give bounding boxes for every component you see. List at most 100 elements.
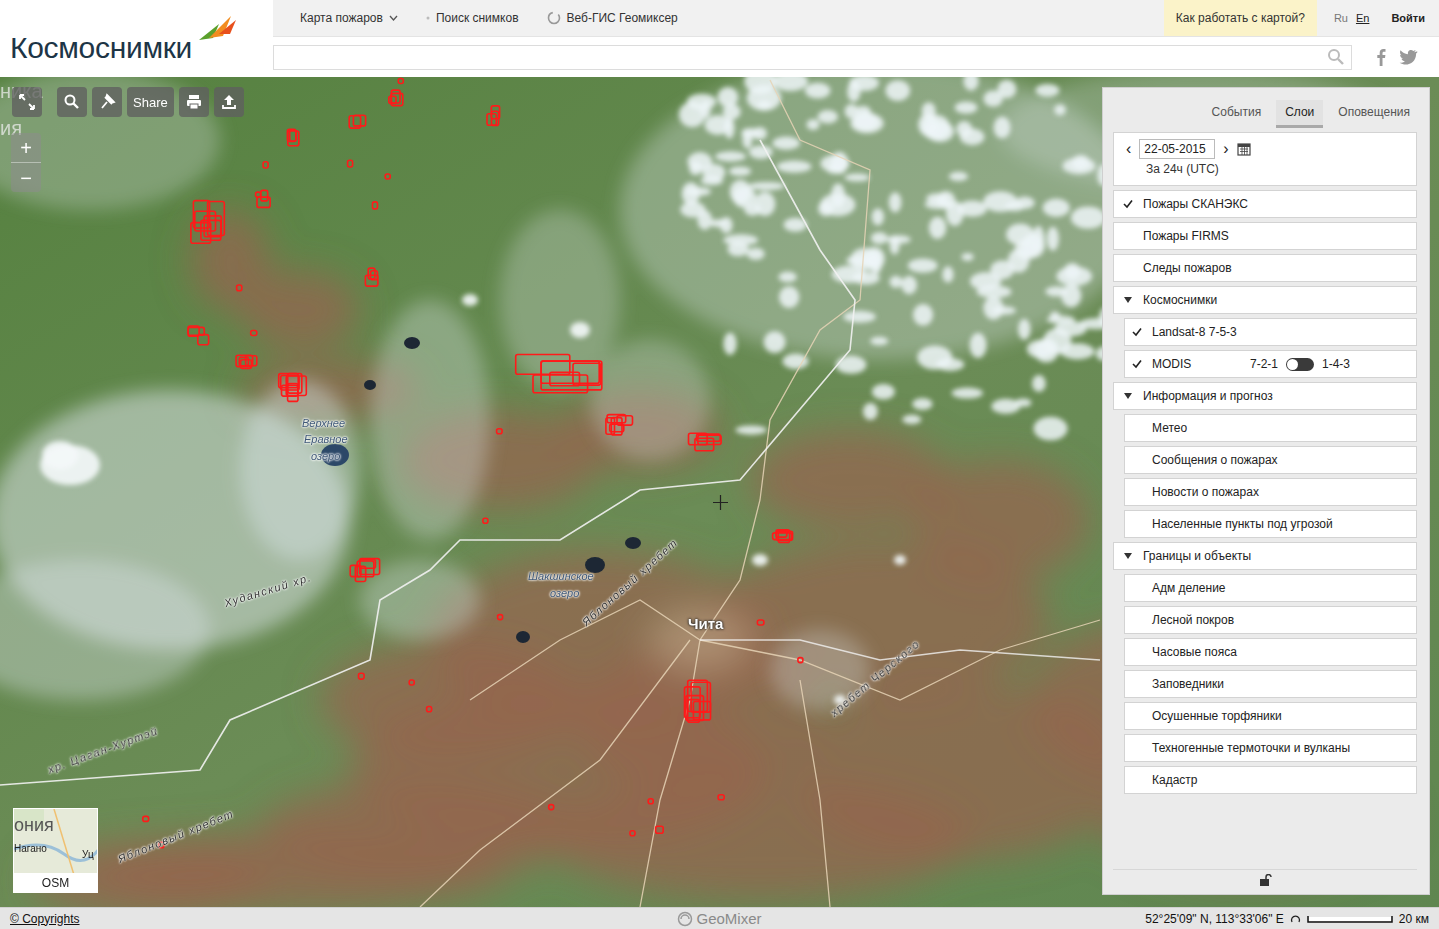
layer-checkbox[interactable] xyxy=(1120,262,1136,274)
toggle-option-right[interactable]: 1-4-3 xyxy=(1322,357,1350,371)
layer-group[interactable]: Информация и прогноз xyxy=(1113,382,1417,410)
fire-outline[interactable] xyxy=(191,201,224,244)
layer-row[interactable]: Новости о пожарах xyxy=(1124,478,1417,506)
panel-tab[interactable]: События xyxy=(1203,100,1271,128)
layer-checkbox[interactable] xyxy=(1129,326,1145,338)
layer-checkbox[interactable] xyxy=(1129,614,1145,626)
zoom-out-button[interactable]: − xyxy=(11,163,41,192)
layer-row[interactable]: Часовые пояса xyxy=(1124,638,1417,666)
fire-outline[interactable] xyxy=(516,355,602,393)
layer-label[interactable]: Информация и прогноз xyxy=(1143,389,1273,403)
fire-outline[interactable] xyxy=(497,429,503,434)
map-area[interactable]: никаияВерхнееЕравноеозероШакшинскоеозеро… xyxy=(0,77,1439,907)
fire-outline[interactable] xyxy=(773,530,793,543)
share-button[interactable]: Share xyxy=(127,87,174,117)
fire-outline[interactable] xyxy=(385,174,390,179)
layer-row[interactable]: Сообщения о пожарах xyxy=(1124,446,1417,474)
panel-tab[interactable]: Оповещения xyxy=(1329,100,1419,128)
layer-row[interactable]: MODIS7-2-11-4-3 xyxy=(1124,350,1417,378)
copyrights-link[interactable]: © Copyrights xyxy=(10,912,80,926)
fire-outline[interactable] xyxy=(685,680,711,722)
logo[interactable]: Космоснимки xyxy=(0,0,273,77)
minimap[interactable]: онияНаганоУцOSM xyxy=(13,808,98,893)
layer-checkbox[interactable] xyxy=(1129,646,1145,658)
fire-outline[interactable] xyxy=(257,190,270,207)
fire-outline[interactable] xyxy=(409,680,414,685)
zoom-in-button[interactable]: + xyxy=(11,133,41,163)
layer-checkbox[interactable] xyxy=(1129,358,1145,370)
layer-checkbox[interactable] xyxy=(1129,710,1145,722)
layer-label[interactable]: Заповедники xyxy=(1152,677,1224,691)
layer-label[interactable]: Осушенные торфяники xyxy=(1152,709,1282,723)
layer-checkbox[interactable] xyxy=(1129,774,1145,786)
layer-row[interactable]: Техногенные термоточки и вулканы xyxy=(1124,734,1417,762)
login-link[interactable]: Войти xyxy=(1391,0,1425,36)
layer-label[interactable]: Границы и объекты xyxy=(1143,549,1251,563)
fire-outline[interactable] xyxy=(143,816,149,821)
layer-checkbox[interactable] xyxy=(1129,678,1145,690)
fire-outline[interactable] xyxy=(365,268,378,286)
fire-outline[interactable] xyxy=(256,192,261,197)
pin[interactable] xyxy=(92,87,122,117)
fire-outline[interactable] xyxy=(350,559,379,582)
upload[interactable] xyxy=(214,87,244,117)
fire-outline[interactable] xyxy=(606,415,633,435)
layer-checkbox[interactable] xyxy=(1129,518,1145,530)
fire-outline[interactable] xyxy=(287,129,298,145)
layer-row[interactable]: Следы пожаров xyxy=(1113,254,1417,282)
layer-label[interactable]: Адм деление xyxy=(1152,581,1226,595)
fire-outline[interactable] xyxy=(398,79,403,84)
search-input[interactable] xyxy=(274,47,1327,68)
layer-checkbox[interactable] xyxy=(1129,582,1145,594)
layer-group[interactable]: Границы и объекты xyxy=(1113,542,1417,570)
toggle-knob[interactable] xyxy=(1287,359,1298,370)
layer-label[interactable]: Новости о пожарах xyxy=(1152,485,1259,499)
layer-group[interactable]: Космоснимки xyxy=(1113,286,1417,314)
nav-item[interactable]: Поиск снимков xyxy=(426,11,519,25)
brand-name[interactable]: GeoMixer xyxy=(696,910,761,927)
language-option[interactable]: En xyxy=(1356,12,1369,24)
layer-checkbox[interactable] xyxy=(1129,486,1145,498)
nav-item[interactable]: Карта пожаров xyxy=(300,11,398,25)
fire-outline[interactable] xyxy=(427,707,432,712)
nav-label[interactable]: Веб-ГИС Геомиксер xyxy=(567,11,678,25)
layer-label[interactable]: Космоснимки xyxy=(1143,293,1217,307)
layer-label[interactable]: Кадастр xyxy=(1152,773,1198,787)
layer-row[interactable]: Лесной покров xyxy=(1124,606,1417,634)
search[interactable] xyxy=(57,87,87,117)
layer-row[interactable]: Заповедники xyxy=(1124,670,1417,698)
layer-checkbox[interactable] xyxy=(1120,230,1136,242)
print[interactable] xyxy=(179,87,209,117)
fire-outline[interactable] xyxy=(483,518,488,523)
layer-label[interactable]: Следы пожаров xyxy=(1143,261,1232,275)
fire-outline[interactable] xyxy=(656,826,664,833)
fire-outline[interactable] xyxy=(757,620,764,625)
fire-outline[interactable] xyxy=(487,106,500,126)
nav-label[interactable]: Карта пожаров xyxy=(300,11,383,25)
layer-row[interactable]: Метео xyxy=(1124,414,1417,442)
layer-row[interactable]: Населенные пункты под угрозой xyxy=(1124,510,1417,538)
language-option[interactable]: Ru xyxy=(1334,12,1348,24)
layer-row[interactable]: Landsat-8 7-5-3 xyxy=(1124,318,1417,346)
layer-label[interactable]: Лесной покров xyxy=(1152,613,1234,627)
fire-outline[interactable] xyxy=(251,331,257,336)
help-button[interactable]: Как работать с картой? xyxy=(1164,0,1317,36)
layer-checkbox[interactable] xyxy=(1120,198,1136,210)
layer-row[interactable]: Адм деление xyxy=(1124,574,1417,602)
fire-outline[interactable] xyxy=(389,90,403,106)
layer-label[interactable]: Пожары FIRMS xyxy=(1143,229,1229,243)
fire-outline[interactable] xyxy=(630,831,635,836)
layer-checkbox[interactable] xyxy=(1129,422,1145,434)
fire-outline[interactable] xyxy=(648,799,653,804)
prev-date-button[interactable]: ‹ xyxy=(1126,140,1131,158)
fire-outline[interactable] xyxy=(798,658,803,663)
fire-outline[interactable] xyxy=(549,805,554,810)
expand-toggle[interactable] xyxy=(1120,294,1136,306)
fire-outline[interactable] xyxy=(498,615,503,620)
layer-row[interactable]: Кадастр xyxy=(1124,766,1417,794)
fire-outline[interactable] xyxy=(359,673,365,679)
layer-label[interactable]: Техногенные термоточки и вулканы xyxy=(1152,741,1350,755)
fullscreen[interactable] xyxy=(12,87,42,117)
layer-label[interactable]: Landsat-8 7-5-3 xyxy=(1152,325,1237,339)
fire-outline[interactable] xyxy=(348,160,353,167)
